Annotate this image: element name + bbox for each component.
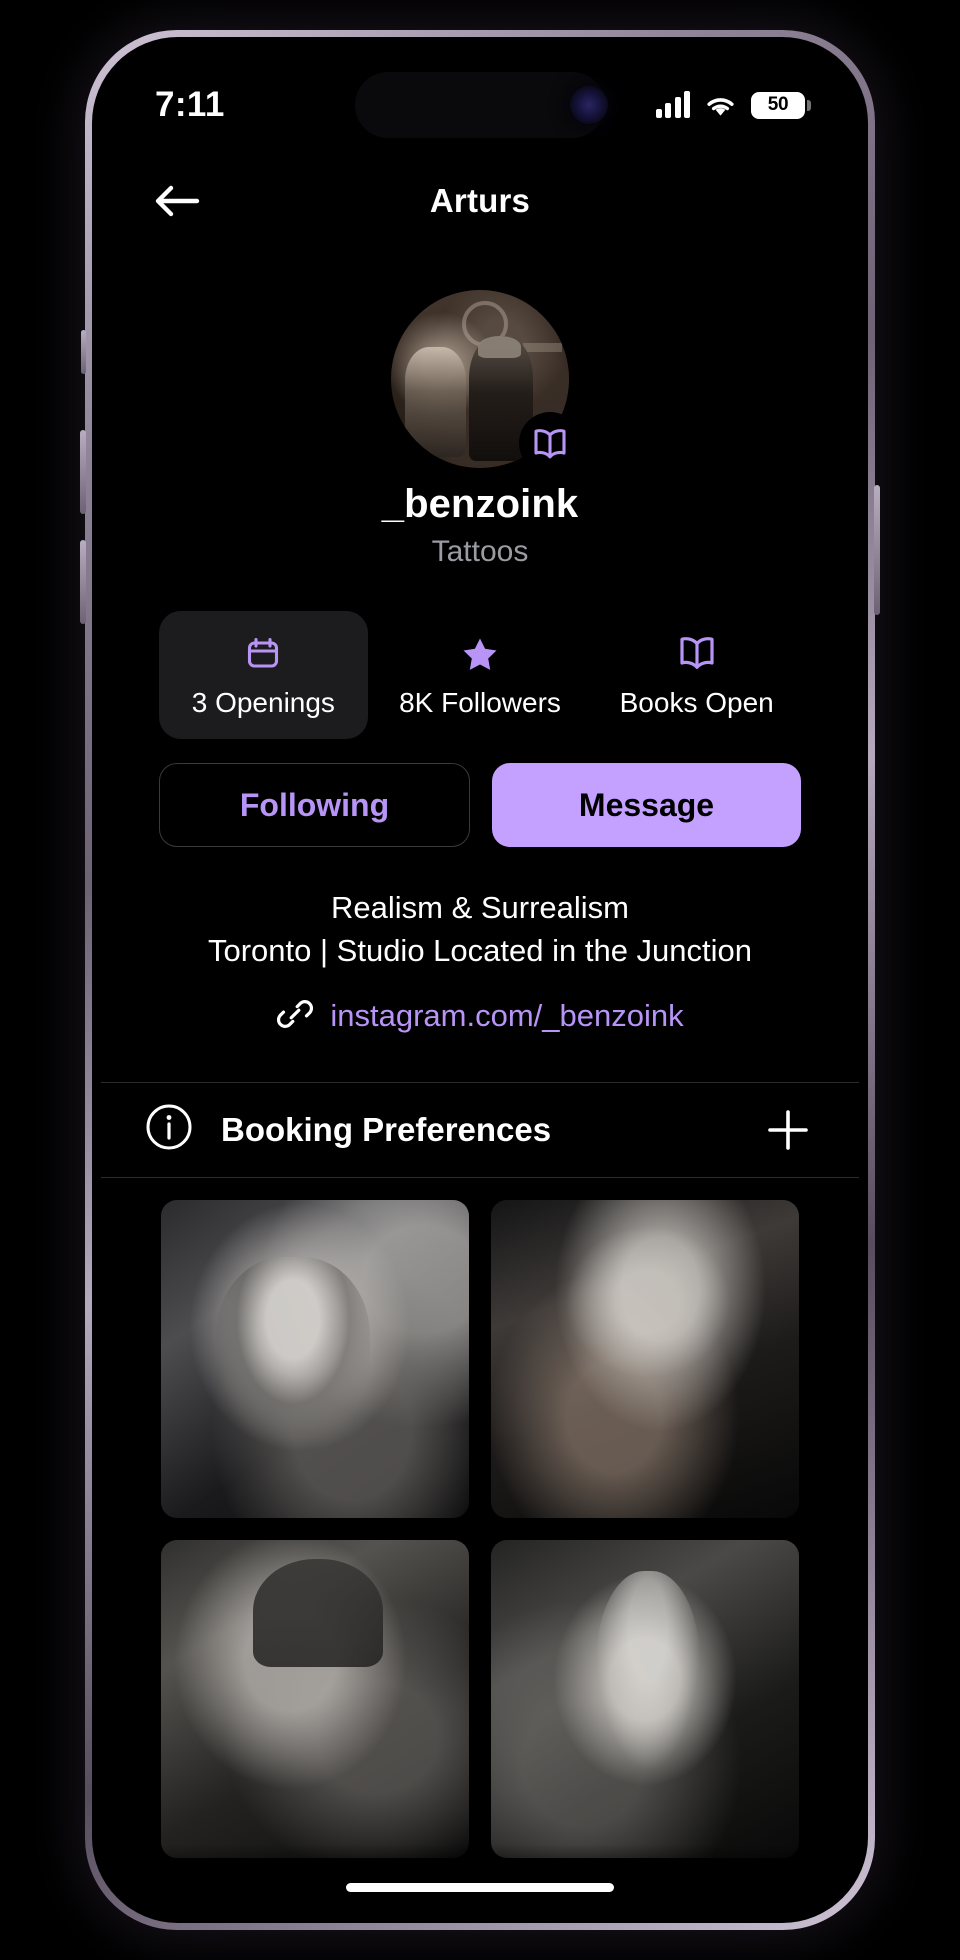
- booking-preferences-title: Booking Preferences: [221, 1110, 552, 1148]
- portfolio-photo-1[interactable]: [161, 1199, 469, 1518]
- portfolio-photo-grid: [101, 1178, 859, 1858]
- arrow-left-icon: [155, 185, 200, 217]
- profile-bio: Realism & Surrealism Toronto | Studio Lo…: [101, 887, 859, 1038]
- star-icon: [460, 633, 500, 673]
- following-button[interactable]: Following: [159, 763, 470, 847]
- avatar[interactable]: [391, 290, 581, 474]
- open-book-icon: [677, 633, 717, 673]
- profile-username: _benzoink: [381, 482, 579, 526]
- action-buttons-row: Following Message: [159, 763, 801, 847]
- power-button[interactable]: [874, 485, 880, 615]
- profile-link[interactable]: instagram.com/_benzoink: [141, 995, 819, 1038]
- status-bar-indicators: 50: [655, 91, 811, 119]
- profile-link-text: instagram.com/_benzoink: [330, 998, 684, 1034]
- link-chain-icon: [276, 995, 314, 1038]
- portfolio-photo-3[interactable]: [161, 1539, 469, 1858]
- status-bar: 7:11 50: [101, 46, 859, 158]
- phone-bezel: 7:11 50 Arturs _benzoink Tattoos 3 Openi…: [92, 37, 868, 1923]
- wifi-icon: [704, 93, 737, 118]
- front-camera-icon: [570, 86, 608, 124]
- stat-openings-label: 3 Openings: [191, 687, 335, 718]
- open-book-icon: [534, 429, 566, 459]
- books-open-badge: [519, 412, 581, 474]
- battery-level-text: 50: [767, 94, 789, 115]
- navigation-bar: Arturs: [101, 158, 859, 244]
- info-circle-icon: [143, 1101, 195, 1158]
- cellular-signal-icon: [655, 91, 690, 118]
- volume-down-button[interactable]: [80, 540, 86, 624]
- portfolio-photo-2[interactable]: [491, 1199, 799, 1518]
- message-button[interactable]: Message: [492, 763, 801, 847]
- battery-icon: 50: [751, 91, 811, 119]
- booking-preferences-row[interactable]: Booking Preferences: [101, 1081, 859, 1178]
- status-bar-time: 7:11: [155, 85, 225, 124]
- calendar-icon: [243, 633, 283, 673]
- plus-icon: [768, 1109, 808, 1150]
- home-indicator[interactable]: [346, 1883, 614, 1892]
- phone-device-frame: 7:11 50 Arturs _benzoink Tattoos 3 Openi…: [80, 30, 880, 1930]
- phone-screen: 7:11 50 Arturs _benzoink Tattoos 3 Openi…: [101, 46, 859, 1914]
- bio-line-specialty: Realism & Surrealism: [330, 890, 629, 925]
- bio-line-location: Toronto | Studio Located in the Junction: [207, 932, 753, 968]
- dynamic-island: [355, 72, 605, 138]
- stat-openings[interactable]: 3 Openings: [159, 611, 368, 739]
- silent-switch-button[interactable]: [81, 330, 86, 374]
- page-title: Arturs: [429, 182, 531, 219]
- stats-row: 3 Openings 8K Followers Books Open: [159, 611, 801, 739]
- profile-category: Tattoos: [431, 535, 529, 568]
- stat-books-open[interactable]: Books Open: [592, 611, 801, 739]
- back-button[interactable]: [149, 173, 205, 229]
- stat-followers-label: 8K Followers: [399, 687, 561, 718]
- add-booking-preference-button[interactable]: [759, 1101, 817, 1159]
- stat-followers[interactable]: 8K Followers: [376, 611, 585, 739]
- volume-up-button[interactable]: [80, 430, 86, 514]
- profile-content: _benzoink Tattoos 3 Openings 8K Follower…: [101, 290, 859, 1858]
- portfolio-photo-4[interactable]: [491, 1539, 799, 1858]
- stat-books-open-label: Books Open: [619, 687, 774, 718]
